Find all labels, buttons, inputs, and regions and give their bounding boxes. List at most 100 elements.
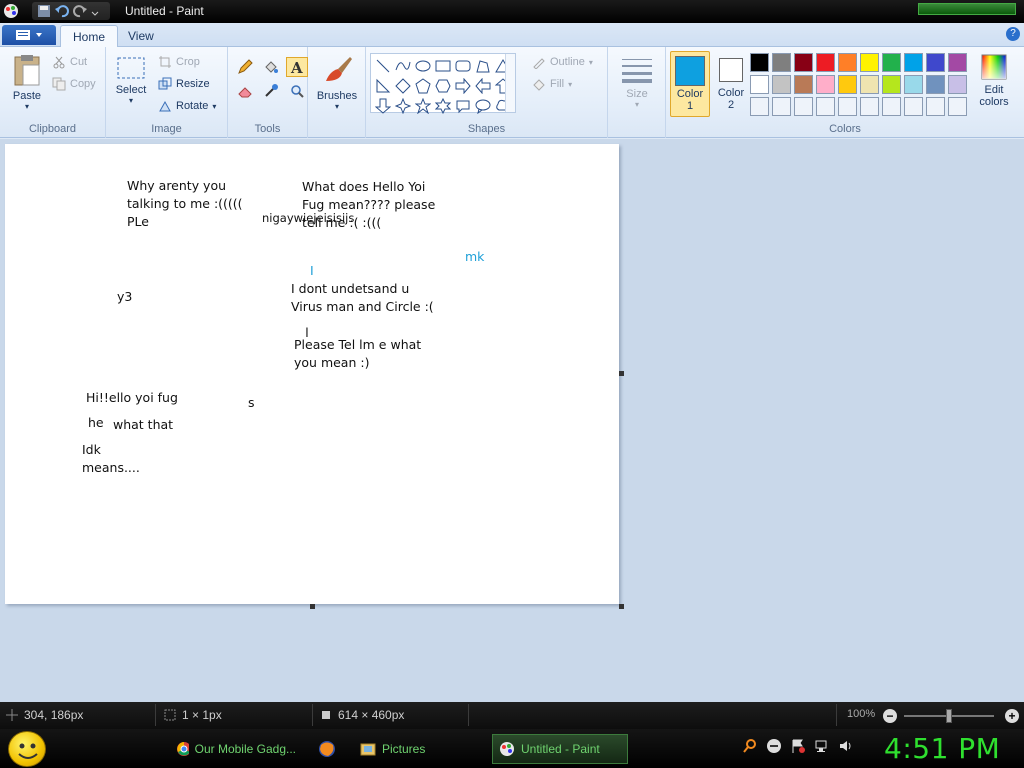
customize-qat-chevron-icon[interactable] bbox=[90, 3, 106, 19]
color-swatch[interactable] bbox=[816, 75, 835, 94]
color-swatch[interactable] bbox=[948, 53, 967, 72]
rounded-callout-shape[interactable] bbox=[453, 96, 473, 116]
rotate-button[interactable]: Rotate ▾ bbox=[158, 99, 216, 113]
redo-icon[interactable] bbox=[72, 3, 88, 19]
fill-button[interactable]: Fill ▾ bbox=[532, 77, 572, 91]
tab-home[interactable]: Home bbox=[60, 25, 119, 47]
color-swatch[interactable] bbox=[882, 75, 901, 94]
color-swatch[interactable] bbox=[860, 53, 879, 72]
color-swatch[interactable] bbox=[816, 97, 835, 116]
drawing-canvas[interactable]: Why arenty you talking to me :((((( PLe … bbox=[5, 144, 619, 604]
line-shape[interactable] bbox=[373, 56, 393, 76]
zoom-out-button[interactable]: − bbox=[883, 709, 897, 723]
color-swatch[interactable] bbox=[838, 97, 857, 116]
color-swatch[interactable] bbox=[948, 97, 967, 116]
curve-shape[interactable] bbox=[393, 56, 413, 76]
magnifier-tool[interactable] bbox=[286, 81, 308, 101]
color-swatch[interactable] bbox=[926, 53, 945, 72]
rounded-rectangle-shape[interactable] bbox=[453, 56, 473, 76]
oval-callout-shape[interactable] bbox=[473, 96, 493, 116]
taskbar-clock[interactable]: 4:51 PM bbox=[884, 732, 1000, 765]
color-swatch[interactable] bbox=[882, 53, 901, 72]
polygon-shape[interactable] bbox=[473, 56, 493, 76]
color2-button[interactable]: Color 2 bbox=[712, 51, 750, 117]
help-icon[interactable]: ? bbox=[1006, 27, 1020, 41]
color-swatch[interactable] bbox=[904, 97, 923, 116]
four-point-star-shape[interactable] bbox=[393, 96, 413, 116]
color-swatch[interactable] bbox=[772, 97, 791, 116]
eraser-tool[interactable] bbox=[234, 81, 256, 101]
search-icon[interactable] bbox=[742, 738, 758, 754]
select-button[interactable]: Select ▾ bbox=[112, 55, 150, 105]
size-button[interactable]: Size ▾ bbox=[618, 55, 656, 109]
paste-button[interactable]: Paste ▾ bbox=[8, 53, 46, 111]
color-swatch[interactable] bbox=[860, 97, 879, 116]
outline-button[interactable]: Outline ▾ bbox=[532, 55, 593, 69]
action-center-flag-icon[interactable] bbox=[790, 738, 806, 754]
diamond-shape[interactable] bbox=[393, 76, 413, 96]
window-controls[interactable] bbox=[918, 3, 1016, 15]
color-swatch[interactable] bbox=[926, 75, 945, 94]
left-arrow-shape[interactable] bbox=[473, 76, 493, 96]
right-triangle-shape[interactable] bbox=[373, 76, 393, 96]
canvas-resize-handle-bottom[interactable] bbox=[310, 604, 315, 609]
fill-tool[interactable] bbox=[260, 57, 282, 77]
color-swatch[interactable] bbox=[772, 53, 791, 72]
color-swatch[interactable] bbox=[794, 97, 813, 116]
undo-icon[interactable] bbox=[54, 3, 70, 19]
cut-button[interactable]: Cut bbox=[52, 55, 87, 69]
color-swatch[interactable] bbox=[750, 97, 769, 116]
paint-app-icon[interactable] bbox=[3, 3, 19, 19]
color-swatch[interactable] bbox=[816, 53, 835, 72]
color-swatch[interactable] bbox=[750, 75, 769, 94]
pencil-tool[interactable] bbox=[234, 57, 256, 77]
rectangle-shape[interactable] bbox=[433, 56, 453, 76]
text-tool[interactable]: A bbox=[286, 57, 308, 77]
color-swatch[interactable] bbox=[860, 75, 879, 94]
color-swatch[interactable] bbox=[948, 75, 967, 94]
color-swatch[interactable] bbox=[904, 75, 923, 94]
paint-menu-button[interactable] bbox=[2, 25, 56, 45]
tab-view[interactable]: View bbox=[116, 25, 166, 47]
down-arrow-shape[interactable] bbox=[373, 96, 393, 116]
hexagon-shape[interactable] bbox=[433, 76, 453, 96]
taskbar-item-pictures[interactable]: Pictures bbox=[354, 734, 484, 764]
color-swatch[interactable] bbox=[838, 75, 857, 94]
right-arrow-shape[interactable] bbox=[453, 76, 473, 96]
copy-button[interactable]: Copy bbox=[52, 77, 96, 91]
save-icon[interactable] bbox=[36, 3, 52, 19]
canvas-text: mk bbox=[465, 249, 485, 264]
canvas-resize-handle-corner[interactable] bbox=[619, 604, 624, 609]
edit-colors-button[interactable]: Edit colors bbox=[974, 53, 1014, 108]
five-point-star-shape[interactable] bbox=[413, 96, 433, 116]
color-swatch[interactable] bbox=[882, 97, 901, 116]
taskbar-item-paint[interactable]: Untitled - Paint bbox=[492, 734, 628, 764]
volume-icon[interactable] bbox=[838, 738, 854, 754]
color-swatch[interactable] bbox=[794, 75, 813, 94]
title-bar: Untitled - Paint bbox=[0, 0, 1024, 23]
shapes-gallery-scrollbar[interactable] bbox=[505, 54, 515, 112]
taskbar-item-chrome[interactable]: Our Mobile Gadg... bbox=[170, 734, 302, 764]
six-point-star-shape[interactable] bbox=[433, 96, 453, 116]
ribbon: Paste ▾ Cut Copy Clipboard Select ▾ Crop… bbox=[0, 47, 1024, 138]
network-icon[interactable] bbox=[814, 738, 830, 754]
color-swatch[interactable] bbox=[772, 75, 791, 94]
color-picker-tool[interactable] bbox=[260, 81, 282, 101]
minus-circle-icon[interactable] bbox=[766, 738, 782, 754]
pentagon-shape[interactable] bbox=[413, 76, 433, 96]
taskbar-item-firefox[interactable] bbox=[312, 734, 346, 764]
oval-shape[interactable] bbox=[413, 56, 433, 76]
zoom-slider-thumb[interactable] bbox=[946, 709, 952, 723]
color-swatch[interactable] bbox=[926, 97, 945, 116]
crop-button[interactable]: Crop bbox=[158, 55, 200, 69]
resize-button[interactable]: Resize bbox=[158, 77, 210, 91]
brushes-button[interactable]: Brushes ▾ bbox=[312, 53, 362, 111]
color-swatch[interactable] bbox=[794, 53, 813, 72]
color-swatch[interactable] bbox=[750, 53, 769, 72]
canvas-resize-handle-right[interactable] bbox=[619, 371, 624, 376]
color-swatch[interactable] bbox=[904, 53, 923, 72]
start-button[interactable] bbox=[8, 731, 46, 767]
color1-button[interactable]: Color 1 bbox=[670, 51, 710, 117]
color-swatch[interactable] bbox=[838, 53, 857, 72]
zoom-in-button[interactable]: + bbox=[1005, 709, 1019, 723]
